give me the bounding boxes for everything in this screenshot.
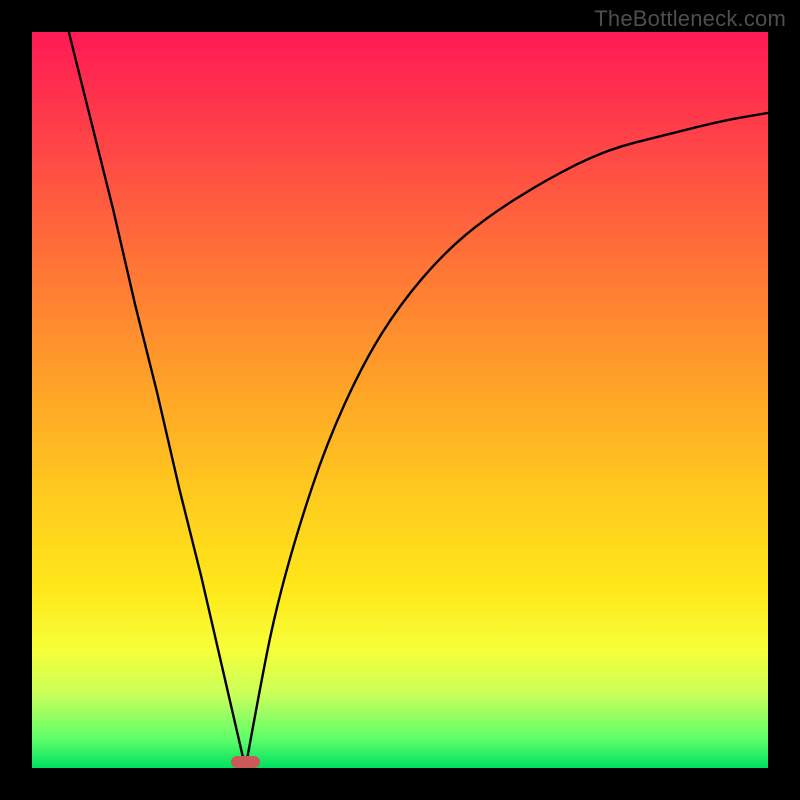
chart-frame: TheBottleneck.com [0,0,800,800]
curve-left-branch [69,32,246,768]
chart-plot-area [32,32,768,768]
watermark-text: TheBottleneck.com [594,6,786,32]
chart-curve-svg [32,32,768,768]
curve-right-branch [245,113,768,768]
chart-minimum-marker [231,756,260,768]
